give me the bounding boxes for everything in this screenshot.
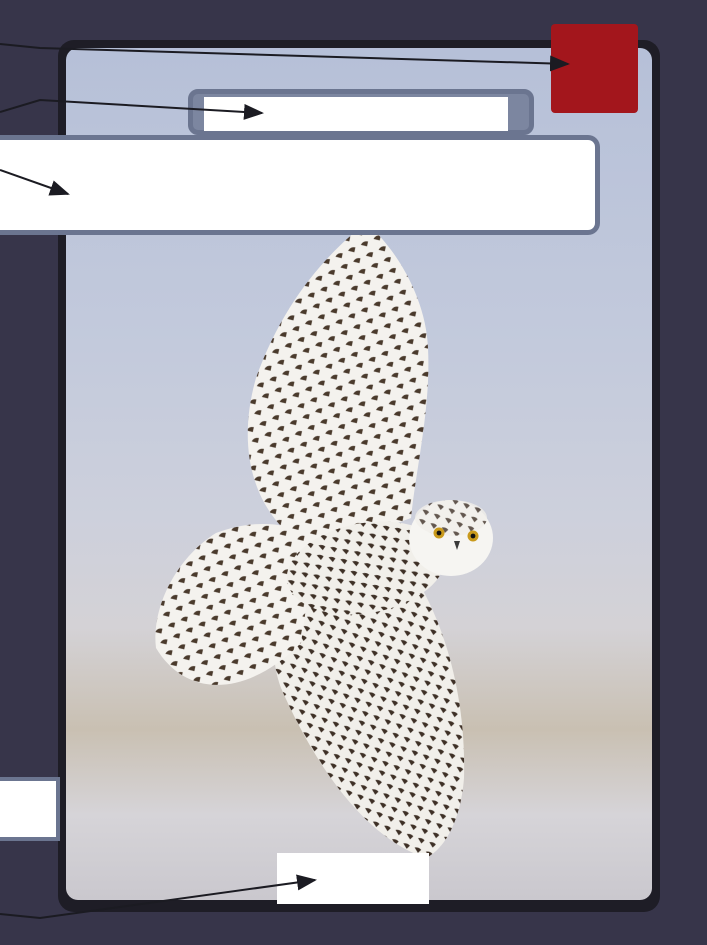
owl-upper-wing [247,223,429,553]
bottom-label-box [277,853,429,904]
corner-red-box [551,24,638,113]
name-label-box [204,97,508,131]
diagram-stage [0,0,707,945]
side-label-box [0,777,60,841]
caption-label-box [0,135,600,235]
